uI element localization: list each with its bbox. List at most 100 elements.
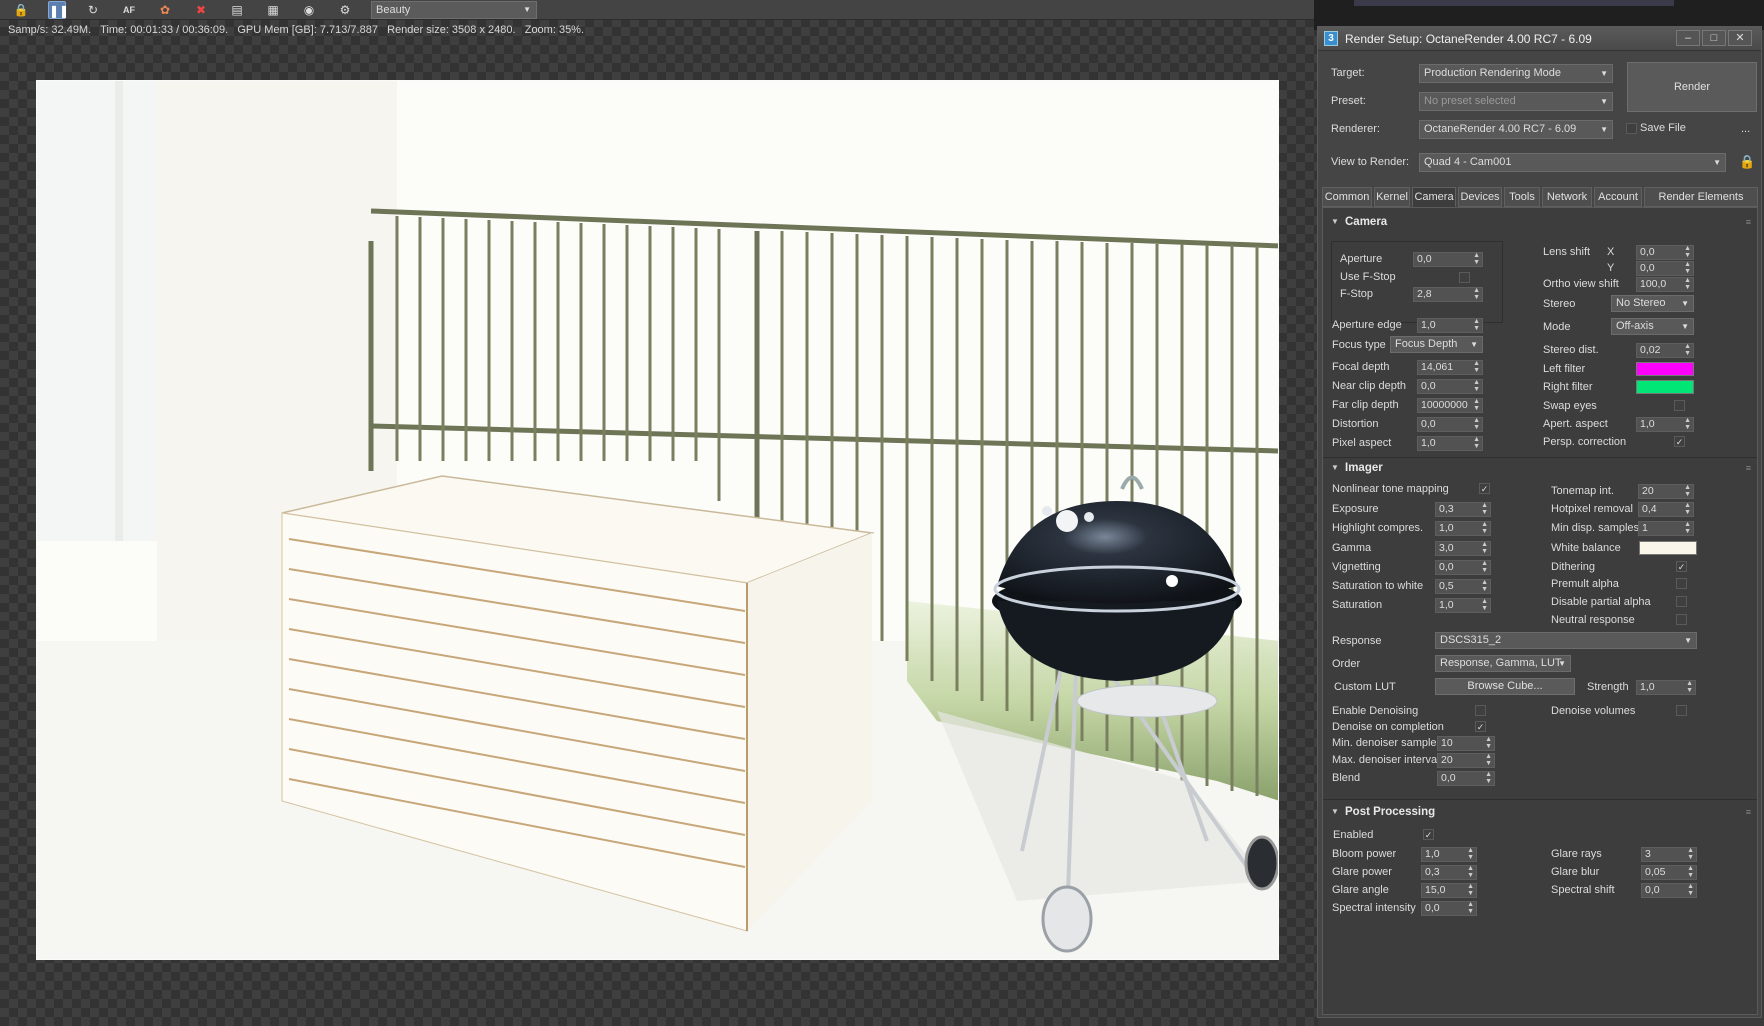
tab-common[interactable]: Common [1322, 187, 1372, 207]
spinner-arrows-icon[interactable]: ▲ ▼ [1473, 417, 1480, 431]
af-icon[interactable]: AF [120, 1, 138, 19]
min-denoiser-samples-spinner[interactable]: 10 ▲ ▼ [1437, 736, 1495, 751]
tab-network[interactable]: Network [1542, 187, 1592, 207]
mode-dropdown[interactable]: Off-axis ▼ [1611, 318, 1694, 335]
camera-tab-panel[interactable]: ▼ Camera ≡ Aperture 0,0 ▲ ▼ Use F-Stop F-S… [1322, 207, 1758, 1015]
spinner-arrows-icon[interactable]: ▲ ▼ [1684, 521, 1691, 535]
enable-denoising-checkbox[interactable] [1475, 705, 1486, 716]
tab-render-elements[interactable]: Render Elements [1644, 187, 1758, 207]
minimize-icon[interactable]: – [1676, 30, 1700, 46]
focus-type-dropdown[interactable]: Focus Depth ▼ [1390, 336, 1483, 353]
spinner-arrows-icon[interactable]: ▲ ▼ [1684, 261, 1691, 275]
refresh-icon[interactable]: ↻ [84, 1, 102, 19]
spinner-arrows-icon[interactable]: ▲ ▼ [1481, 560, 1488, 574]
premult-alpha-checkbox[interactable] [1676, 578, 1687, 589]
response-dropdown[interactable]: DSCS315_2 ▼ [1435, 632, 1697, 649]
more-options-button[interactable]: ... [1741, 123, 1750, 135]
settings-icon[interactable]: ⚙ [336, 1, 354, 19]
spinner-arrows-icon[interactable]: ▲ ▼ [1473, 379, 1480, 393]
spinner-arrows-icon[interactable]: ▲ ▼ [1485, 753, 1492, 767]
spinner-arrows-icon[interactable]: ▲ ▼ [1473, 436, 1480, 450]
max-denoiser-interval-spinner[interactable]: 20 ▲ ▼ [1437, 753, 1495, 768]
neutral-response-checkbox[interactable] [1676, 614, 1687, 625]
tab-tools[interactable]: Tools [1504, 187, 1540, 207]
nonlinear-tone-mapping-checkbox[interactable]: ✓ [1479, 483, 1490, 494]
glare-rays-spinner[interactable]: 3 ▲ ▼ [1641, 847, 1697, 862]
near-clip-spinner[interactable]: 0,0 ▲ ▼ [1417, 379, 1483, 394]
tab-kernel[interactable]: Kernel [1374, 187, 1410, 207]
spinner-arrows-icon[interactable]: ▲ ▼ [1687, 847, 1694, 861]
preset-dropdown[interactable]: No preset selected ▼ [1419, 92, 1613, 111]
left-filter-swatch[interactable] [1636, 362, 1694, 376]
spectral-intensity-spinner[interactable]: 0,0 ▲ ▼ [1421, 901, 1477, 916]
frame-buffer-icon[interactable]: ▤ [228, 1, 246, 19]
maximize-icon[interactable]: □ [1702, 30, 1726, 46]
spinner-arrows-icon[interactable]: ▲ ▼ [1467, 847, 1474, 861]
spinner-arrows-icon[interactable]: ▲ ▼ [1467, 901, 1474, 915]
spinner-arrows-icon[interactable]: ▲ ▼ [1467, 883, 1474, 897]
highlight-compression-spinner[interactable]: 1,0 ▲ ▼ [1435, 521, 1491, 536]
pixel-aspect-spinner[interactable]: 1,0 ▲ ▼ [1417, 436, 1483, 451]
white-balance-swatch[interactable] [1639, 541, 1697, 555]
lock-icon[interactable]: 🔒 [12, 1, 30, 19]
tonemap-int-spinner[interactable]: 20 ▲ ▼ [1638, 484, 1694, 499]
imager-rollout-header[interactable]: ▼ Imager ≡ [1323, 460, 1757, 480]
min-disp-samples-spinner[interactable]: 1 ▲ ▼ [1638, 521, 1694, 536]
spinner-arrows-icon[interactable]: ▲ ▼ [1485, 771, 1492, 785]
hotpixel-removal-spinner[interactable]: 0,4 ▲ ▼ [1638, 502, 1694, 517]
tab-account[interactable]: Account [1594, 187, 1642, 207]
use-fstop-checkbox[interactable] [1459, 272, 1470, 283]
spinner-arrows-icon[interactable]: ▲ ▼ [1687, 883, 1694, 897]
dithering-checkbox[interactable]: ✓ [1676, 561, 1687, 572]
spinner-arrows-icon[interactable]: ▲ ▼ [1481, 502, 1488, 516]
bloom-power-spinner[interactable]: 1,0 ▲ ▼ [1421, 847, 1477, 862]
render-button[interactable]: Render [1627, 62, 1757, 112]
spinner-arrows-icon[interactable]: ▲ ▼ [1473, 360, 1480, 374]
stereo-dist-spinner[interactable]: 0,02 ▲ ▼ [1636, 343, 1694, 358]
far-clip-spinner[interactable]: 10000000 ▲ ▼ [1417, 398, 1483, 413]
view-to-render-dropdown[interactable]: Quad 4 - Cam001 ▼ [1419, 153, 1726, 172]
spinner-arrows-icon[interactable]: ▲ ▼ [1481, 579, 1488, 593]
vignetting-spinner[interactable]: 0,0 ▲ ▼ [1435, 560, 1491, 575]
glare-blur-spinner[interactable]: 0,05 ▲ ▼ [1641, 865, 1697, 880]
denoise-on-completion-checkbox[interactable]: ✓ [1475, 721, 1486, 732]
strength-spinner[interactable]: 1,0 ▲ ▼ [1636, 680, 1696, 695]
camera-rollout-header[interactable]: ▼ Camera ≡ [1323, 214, 1757, 234]
tab-camera[interactable]: Camera [1412, 187, 1456, 207]
post-enabled-checkbox[interactable]: ✓ [1423, 829, 1434, 840]
glare-angle-spinner[interactable]: 15,0 ▲ ▼ [1421, 883, 1477, 898]
spinner-arrows-icon[interactable]: ▲ ▼ [1481, 541, 1488, 555]
aperture-spinner[interactable]: 0,0 ▲ ▼ [1413, 252, 1483, 267]
apert-aspect-spinner[interactable]: 1,0 ▲ ▼ [1636, 417, 1694, 432]
save-file-checkbox[interactable] [1626, 123, 1637, 134]
stereo-dropdown[interactable]: No Stereo ▼ [1611, 295, 1694, 312]
spinner-arrows-icon[interactable]: ▲ ▼ [1473, 287, 1480, 301]
denoise-volumes-checkbox[interactable] [1676, 705, 1687, 716]
spinner-arrows-icon[interactable]: ▲ ▼ [1467, 865, 1474, 879]
spectral-shift-spinner[interactable]: 0,0 ▲ ▼ [1641, 883, 1697, 898]
tab-devices[interactable]: Devices [1458, 187, 1502, 207]
region-icon[interactable]: ✖ [192, 1, 210, 19]
right-filter-swatch[interactable] [1636, 380, 1694, 394]
distortion-spinner[interactable]: 0,0 ▲ ▼ [1417, 417, 1483, 432]
gamma-spinner[interactable]: 3,0 ▲ ▼ [1435, 541, 1491, 556]
order-dropdown[interactable]: Response, Gamma, LUT ▼ [1435, 655, 1571, 672]
saturation-spinner[interactable]: 1,0 ▲ ▼ [1435, 598, 1491, 613]
color-picker-icon[interactable]: ✿ [156, 1, 174, 19]
spinner-arrows-icon[interactable]: ▲ ▼ [1687, 865, 1694, 879]
spinner-arrows-icon[interactable]: ▲ ▼ [1686, 680, 1693, 694]
fstop-spinner[interactable]: 2,8 ▲ ▼ [1413, 287, 1483, 302]
lock-icon[interactable]: 🔒 [1739, 154, 1755, 170]
post-processing-rollout-header[interactable]: ▼ Post Processing ≡ [1323, 804, 1757, 824]
saturation-to-white-spinner[interactable]: 0,5 ▲ ▼ [1435, 579, 1491, 594]
spinner-arrows-icon[interactable]: ▲ ▼ [1485, 736, 1492, 750]
disable-partial-alpha-checkbox[interactable] [1676, 596, 1687, 607]
persp-correction-checkbox[interactable]: ✓ [1674, 436, 1685, 447]
target-dropdown[interactable]: Production Rendering Mode ▼ [1419, 64, 1613, 83]
lens-shift-y-spinner[interactable]: 0,0 ▲ ▼ [1636, 261, 1694, 276]
spinner-arrows-icon[interactable]: ▲ ▼ [1473, 252, 1480, 266]
spinner-arrows-icon[interactable]: ▲ ▼ [1684, 484, 1691, 498]
spinner-arrows-icon[interactable]: ▲ ▼ [1684, 277, 1691, 291]
spinner-arrows-icon[interactable]: ▲ ▼ [1473, 398, 1480, 412]
pause-icon[interactable]: ❚❚ [48, 1, 69, 19]
